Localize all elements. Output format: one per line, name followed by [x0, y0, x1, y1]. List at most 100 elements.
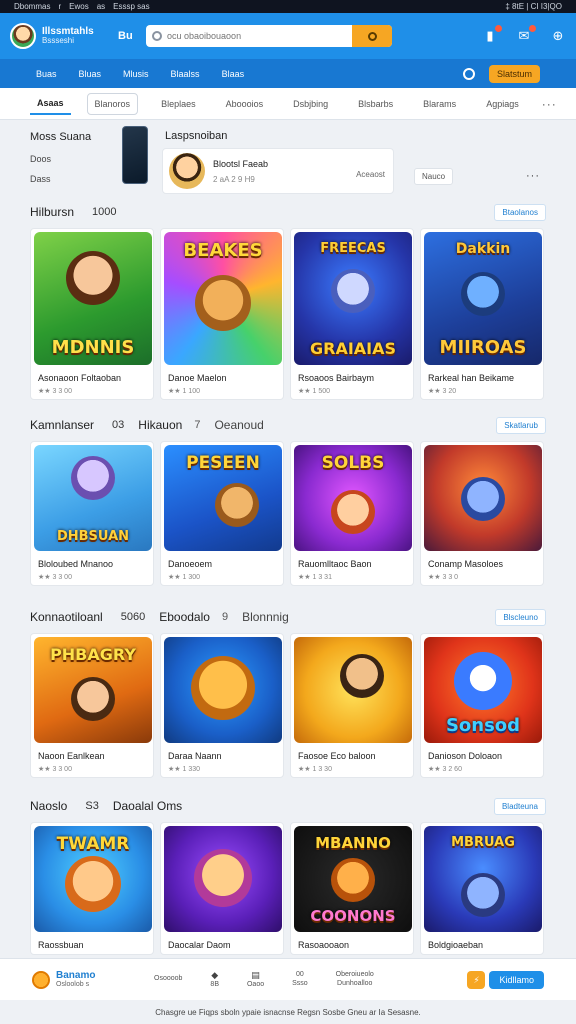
nav-action-button[interactable]: Slatstum [488, 64, 540, 83]
brand[interactable]: Illssmtahls Bssseshi [42, 26, 104, 46]
search-button[interactable] [352, 25, 392, 47]
game-rating: ★★ 1 3 31 [298, 574, 332, 581]
game-rating: ★★ 3 20 [428, 388, 457, 395]
bottom-nav-item[interactable]: ▤ Oaoo [247, 970, 264, 989]
tab[interactable]: Bleplaes [154, 94, 203, 114]
section-subcount: 7 [194, 419, 201, 431]
bottom-nav-item[interactable]: Oberoiueolo Dunhoalloo [336, 971, 374, 988]
game-card[interactable]: Dakkin MIIROAS Rarkeal han Beikame ★★ 3 … [420, 228, 544, 400]
game-title: Rarkeal han Beikame [428, 373, 515, 383]
game-art: TWAMR [34, 826, 152, 932]
game-card[interactable]: DHBSUAN Bloloubed Mnanoo ★★ 3 3 00 [30, 441, 154, 586]
chat-icon[interactable]: ✉ [516, 25, 536, 43]
brand-subtitle: Bssseshi [42, 36, 75, 46]
game-card[interactable]: BEAKES Danoe Maelon ★★ 1 100 [160, 228, 284, 400]
see-all-button[interactable]: Blscleuno [495, 608, 546, 626]
bottom-nav-label: 8B [210, 980, 219, 988]
more-tabs-icon[interactable]: ··· [542, 97, 557, 111]
notification-dot [495, 25, 502, 32]
game-banner: COONONS [310, 907, 396, 925]
game-card[interactable]: MBANNO COONONS Rasoaooaon [290, 822, 414, 955]
bottom-nav-label: 00 Ssso [292, 971, 308, 987]
nav-link[interactable]: Mlusis [123, 69, 149, 79]
game-title: Faosoe Eco baloon [298, 751, 376, 761]
game-card[interactable]: PHBAGRY Naoon Eanlkean ★★ 3 3 00 [30, 633, 154, 778]
game-card[interactable]: FREECAS GRAIAIAS Rsoaoos Bairbaym ★★ 1 5… [290, 228, 414, 400]
bottom-nav-item[interactable]: 00 Ssso [292, 971, 308, 988]
game-card[interactable]: MBRUAG Boldgioaeban [420, 822, 544, 955]
game-art [164, 826, 282, 932]
tab[interactable]: Dsbjbing [286, 94, 335, 114]
game-section: Naoslo S3 Daoalal Oms Bladteuna TWAMR Ra… [30, 795, 546, 955]
search-icon[interactable] [462, 67, 475, 80]
brand-logo[interactable] [10, 23, 36, 49]
nav-action-label: Slatstum [496, 68, 532, 79]
game-card[interactable]: PESEEN Danoeoem ★★ 1 300 [160, 441, 284, 586]
brand-logo-icon[interactable] [32, 970, 50, 989]
search-input[interactable] [167, 31, 347, 41]
section-subtitle: Daoalal Oms [112, 799, 183, 813]
tab[interactable]: Blsbarbs [351, 94, 400, 114]
nav-link[interactable]: Bluas [79, 69, 102, 79]
game-card[interactable]: Conamp Masoloes ★★ 3 3 0 [420, 441, 544, 586]
game-art: BEAKES [164, 232, 282, 365]
game-rating: ★★ 1 300 [168, 574, 201, 581]
bottom-action-button[interactable]: Kidllamo [489, 970, 544, 989]
bottom-nav-item[interactable]: ◆ 8B [210, 970, 219, 989]
game-title: Danioson Doloaon [428, 751, 503, 761]
featured-right-title: Laspsnoiban [165, 130, 228, 142]
featured-card-tag: Aceaost [356, 170, 385, 179]
game-banner-top: FREECAS [320, 241, 386, 256]
bottom-nav-item[interactable]: Osoooob [154, 975, 182, 983]
game-rating: ★★ 3 3 0 [428, 574, 459, 581]
nav-link[interactable]: Blaas [222, 69, 245, 79]
game-banner: Sonsod [445, 715, 521, 736]
more-options-icon[interactable]: ··· [526, 170, 540, 182]
featured-line: Dass [30, 174, 51, 184]
search-icon [367, 31, 377, 41]
game-card[interactable]: Sonsod Danioson Doloaon ★★ 3 2 60 [420, 633, 544, 778]
section-count: S3 [85, 800, 99, 812]
notification-icon[interactable]: ▮ [482, 25, 502, 43]
featured-card[interactable]: Blootsl Faeab 2 aA 2 9 H9 Aceaost [162, 148, 394, 194]
search-icon [152, 31, 162, 41]
nav-link[interactable]: Buas [36, 69, 57, 79]
game-section: Konnaotiloanl 5060 Eboodalo 9 Blonnnig B… [30, 606, 546, 778]
game-card[interactable]: Daocalar Daom [160, 822, 284, 955]
tab[interactable]: Aboooios [219, 94, 271, 114]
tab[interactable]: Blarams [416, 94, 463, 114]
section-title: Naoslo [30, 799, 68, 813]
game-card[interactable]: SOLBS Rauomlltaoc Baon ★★ 1 3 31 [290, 441, 414, 586]
tab[interactable]: Asaas [30, 93, 71, 115]
game-art: Sonsod [424, 637, 542, 743]
game-card[interactable]: Daraa Naann ★★ 1 330 [160, 633, 284, 778]
tab[interactable]: Blanoros [86, 92, 139, 115]
featured-card-meta: 2 aA 2 9 H9 [213, 174, 255, 184]
game-banner: PESEEN [186, 453, 260, 473]
game-card[interactable]: MDNNIS Asonaoon Foltaoban ★★ 3 3 00 [30, 228, 154, 400]
bottom-brand[interactable]: Banamo Osloolob s [56, 970, 126, 989]
featured-thumbnail[interactable] [122, 126, 148, 184]
bottom-brand-name: Banamo [56, 970, 96, 982]
bolt-icon[interactable]: ⚡ [467, 970, 486, 989]
game-title: Rauomlltaoc Baon [298, 559, 372, 569]
game-title: Danoeoem [168, 559, 213, 569]
game-banner: BEAKES [183, 240, 263, 261]
game-title: Raossbuan [38, 940, 84, 950]
game-card[interactable]: TWAMR Raossbuan [30, 822, 154, 955]
featured-button[interactable]: Nauco [414, 168, 454, 185]
brand-tag: Bu [118, 30, 133, 42]
tab[interactable]: Agpiags [479, 94, 526, 114]
game-art [424, 445, 542, 551]
cart-icon[interactable]: ⊕ [550, 29, 566, 43]
see-all-button[interactable]: Btaolanos [494, 203, 546, 221]
status-bar: Dbommas r Ewos as Esssp sas ‡ 8tE | CI I… [0, 0, 576, 13]
featured-right: Laspsnoiban Blootsl Faeab 2 aA 2 9 H9 Ac… [162, 122, 546, 198]
game-rating: ★★ 1 3 30 [298, 766, 332, 773]
see-all-button[interactable]: Bladteuna [493, 797, 546, 815]
nav-link[interactable]: Blaalss [171, 69, 200, 79]
section-subtitle: Eboodalo [159, 610, 210, 624]
see-all-button[interactable]: Skatlarub [496, 416, 546, 434]
game-card[interactable]: Faosoe Eco baloon ★★ 1 3 30 [290, 633, 414, 778]
game-section: Hilbursn 1000 Btaolanos MDNNIS Asonaoon … [30, 201, 546, 400]
